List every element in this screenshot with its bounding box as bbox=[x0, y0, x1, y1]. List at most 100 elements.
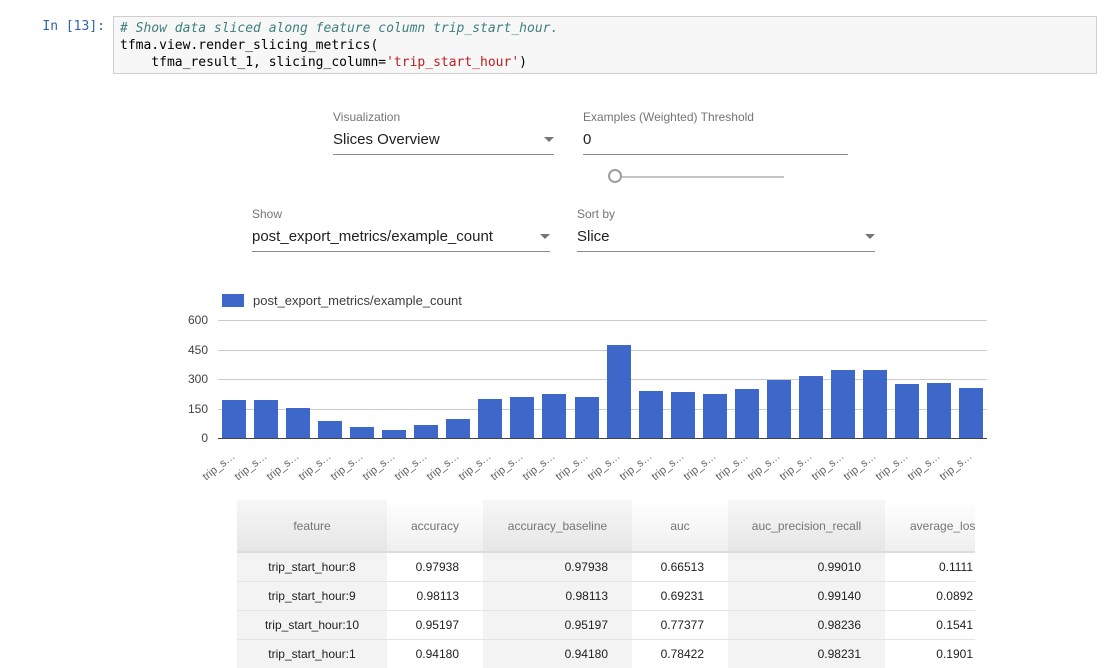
feature-cell: trip_start_hour:9 bbox=[237, 581, 387, 610]
feature-cell: trip_start_hour:10 bbox=[237, 610, 387, 639]
metric-cell: 0.94180 bbox=[387, 639, 483, 668]
metric-cell: 0.1541 bbox=[885, 610, 975, 639]
bar[interactable] bbox=[735, 389, 759, 438]
bar[interactable] bbox=[895, 384, 919, 438]
bar[interactable] bbox=[831, 370, 855, 438]
table-row[interactable]: trip_start_hour:80.979380.979380.665130.… bbox=[237, 552, 975, 581]
x-axis-line bbox=[218, 438, 987, 439]
table-row[interactable]: trip_start_hour:100.951970.951970.773770… bbox=[237, 610, 975, 639]
bar[interactable] bbox=[927, 383, 951, 438]
bar[interactable] bbox=[671, 392, 695, 438]
slider-track[interactable] bbox=[616, 176, 784, 178]
legend-swatch-icon bbox=[222, 294, 244, 307]
bar[interactable] bbox=[863, 370, 887, 438]
metric-cell: 0.69231 bbox=[632, 581, 728, 610]
chart-x-axis: trip_s…trip_s…trip_s…trip_s…trip_s…trip_… bbox=[218, 441, 1008, 477]
column-header[interactable]: average_los bbox=[885, 500, 975, 552]
metric-cell: 0.99010 bbox=[728, 552, 885, 581]
bar[interactable] bbox=[639, 391, 663, 438]
column-header[interactable]: auc_precision_recall bbox=[728, 500, 885, 552]
show-label: Show bbox=[252, 207, 550, 221]
bar[interactable] bbox=[959, 388, 983, 438]
metric-cell: 0.98231 bbox=[728, 639, 885, 668]
metric-cell: 0.78422 bbox=[632, 639, 728, 668]
notebook-page: In [13]: # Show data sliced along featur… bbox=[0, 0, 1111, 668]
bar[interactable] bbox=[318, 421, 342, 438]
metric-cell: 0.1901 bbox=[885, 639, 975, 668]
visualization-label: Visualization bbox=[333, 110, 554, 124]
bar[interactable] bbox=[222, 400, 246, 438]
bar[interactable] bbox=[286, 408, 310, 438]
column-header[interactable]: feature bbox=[237, 500, 387, 552]
bar[interactable] bbox=[767, 380, 791, 438]
metrics-table: featureaccuracyaccuracy_baselineaucauc_p… bbox=[237, 500, 975, 668]
bar[interactable] bbox=[478, 399, 502, 438]
column-header[interactable]: accuracy bbox=[387, 500, 483, 552]
feature-cell: trip_start_hour:1 bbox=[237, 639, 387, 668]
dropdown-arrow-icon[interactable] bbox=[865, 234, 875, 239]
metric-cell: 0.66513 bbox=[632, 552, 728, 581]
bar[interactable] bbox=[607, 345, 631, 438]
slider-handle[interactable] bbox=[608, 169, 622, 183]
metric-cell: 0.97938 bbox=[387, 552, 483, 581]
legend-label: post_export_metrics/example_count bbox=[253, 293, 462, 308]
visualization-select[interactable]: Visualization Slices Overview bbox=[333, 110, 554, 155]
y-tick-label: 0 bbox=[176, 431, 208, 445]
metric-cell: 0.94180 bbox=[483, 639, 632, 668]
sort-select[interactable]: Sort by Slice bbox=[577, 207, 875, 252]
bar[interactable] bbox=[254, 400, 278, 438]
metric-cell: 0.98113 bbox=[387, 581, 483, 610]
bar[interactable] bbox=[542, 394, 566, 438]
threshold-slider[interactable] bbox=[608, 169, 788, 185]
bar[interactable] bbox=[350, 427, 374, 438]
bar[interactable] bbox=[446, 419, 470, 438]
chart-legend: post_export_metrics/example_count bbox=[222, 293, 462, 308]
table-header-row: featureaccuracyaccuracy_baselineaucauc_p… bbox=[237, 500, 975, 552]
visualization-value: Slices Overview bbox=[333, 131, 440, 148]
metric-cell: 0.0892 bbox=[885, 581, 975, 610]
code-line2: tfma.view.render_slicing_metrics( bbox=[120, 38, 378, 53]
bar[interactable] bbox=[414, 425, 438, 438]
metric-cell: 0.99140 bbox=[728, 581, 885, 610]
sort-value: Slice bbox=[577, 228, 610, 245]
gridline bbox=[218, 350, 987, 351]
metric-cell: 0.95197 bbox=[387, 610, 483, 639]
code-line3-string: 'trip_start_hour' bbox=[386, 55, 519, 70]
metric-cell: 0.1111 bbox=[885, 552, 975, 581]
metric-cell: 0.77377 bbox=[632, 610, 728, 639]
gridline bbox=[218, 320, 987, 321]
bar-chart bbox=[218, 320, 987, 438]
column-header[interactable]: accuracy_baseline bbox=[483, 500, 632, 552]
feature-cell: trip_start_hour:8 bbox=[237, 552, 387, 581]
dropdown-arrow-icon[interactable] bbox=[544, 137, 554, 142]
y-tick-label: 600 bbox=[176, 313, 208, 327]
threshold-label: Examples (Weighted) Threshold bbox=[583, 110, 848, 124]
bar[interactable] bbox=[382, 430, 406, 438]
dropdown-arrow-icon[interactable] bbox=[540, 234, 550, 239]
metric-cell: 0.98113 bbox=[483, 581, 632, 610]
code-cell[interactable]: # Show data sliced along feature column … bbox=[113, 16, 1097, 74]
code-comment: # Show data sliced along feature column … bbox=[120, 21, 558, 36]
code-line3-post: ) bbox=[519, 55, 527, 70]
bar[interactable] bbox=[703, 394, 727, 438]
bar[interactable] bbox=[799, 376, 823, 438]
code-line3-pre: tfma_result_1, slicing_column= bbox=[120, 55, 386, 70]
column-header[interactable]: auc bbox=[632, 500, 728, 552]
metric-cell: 0.97938 bbox=[483, 552, 632, 581]
table-row[interactable]: trip_start_hour:90.981130.981130.692310.… bbox=[237, 581, 975, 610]
y-tick-label: 300 bbox=[176, 372, 208, 386]
table-row[interactable]: trip_start_hour:10.941800.941800.784220.… bbox=[237, 639, 975, 668]
metric-cell: 0.95197 bbox=[483, 610, 632, 639]
bar[interactable] bbox=[510, 397, 534, 438]
threshold-input[interactable] bbox=[583, 131, 848, 148]
show-value: post_export_metrics/example_count bbox=[252, 228, 493, 245]
show-select[interactable]: Show post_export_metrics/example_count bbox=[252, 207, 550, 252]
y-tick-label: 450 bbox=[176, 343, 208, 357]
y-tick-label: 150 bbox=[176, 402, 208, 416]
input-prompt: In [13]: bbox=[0, 19, 105, 34]
sort-label: Sort by bbox=[577, 207, 875, 221]
bar[interactable] bbox=[575, 397, 599, 438]
metric-cell: 0.98236 bbox=[728, 610, 885, 639]
threshold-field[interactable]: Examples (Weighted) Threshold bbox=[583, 110, 848, 155]
chart-y-axis: 6004503001500 bbox=[176, 320, 208, 440]
